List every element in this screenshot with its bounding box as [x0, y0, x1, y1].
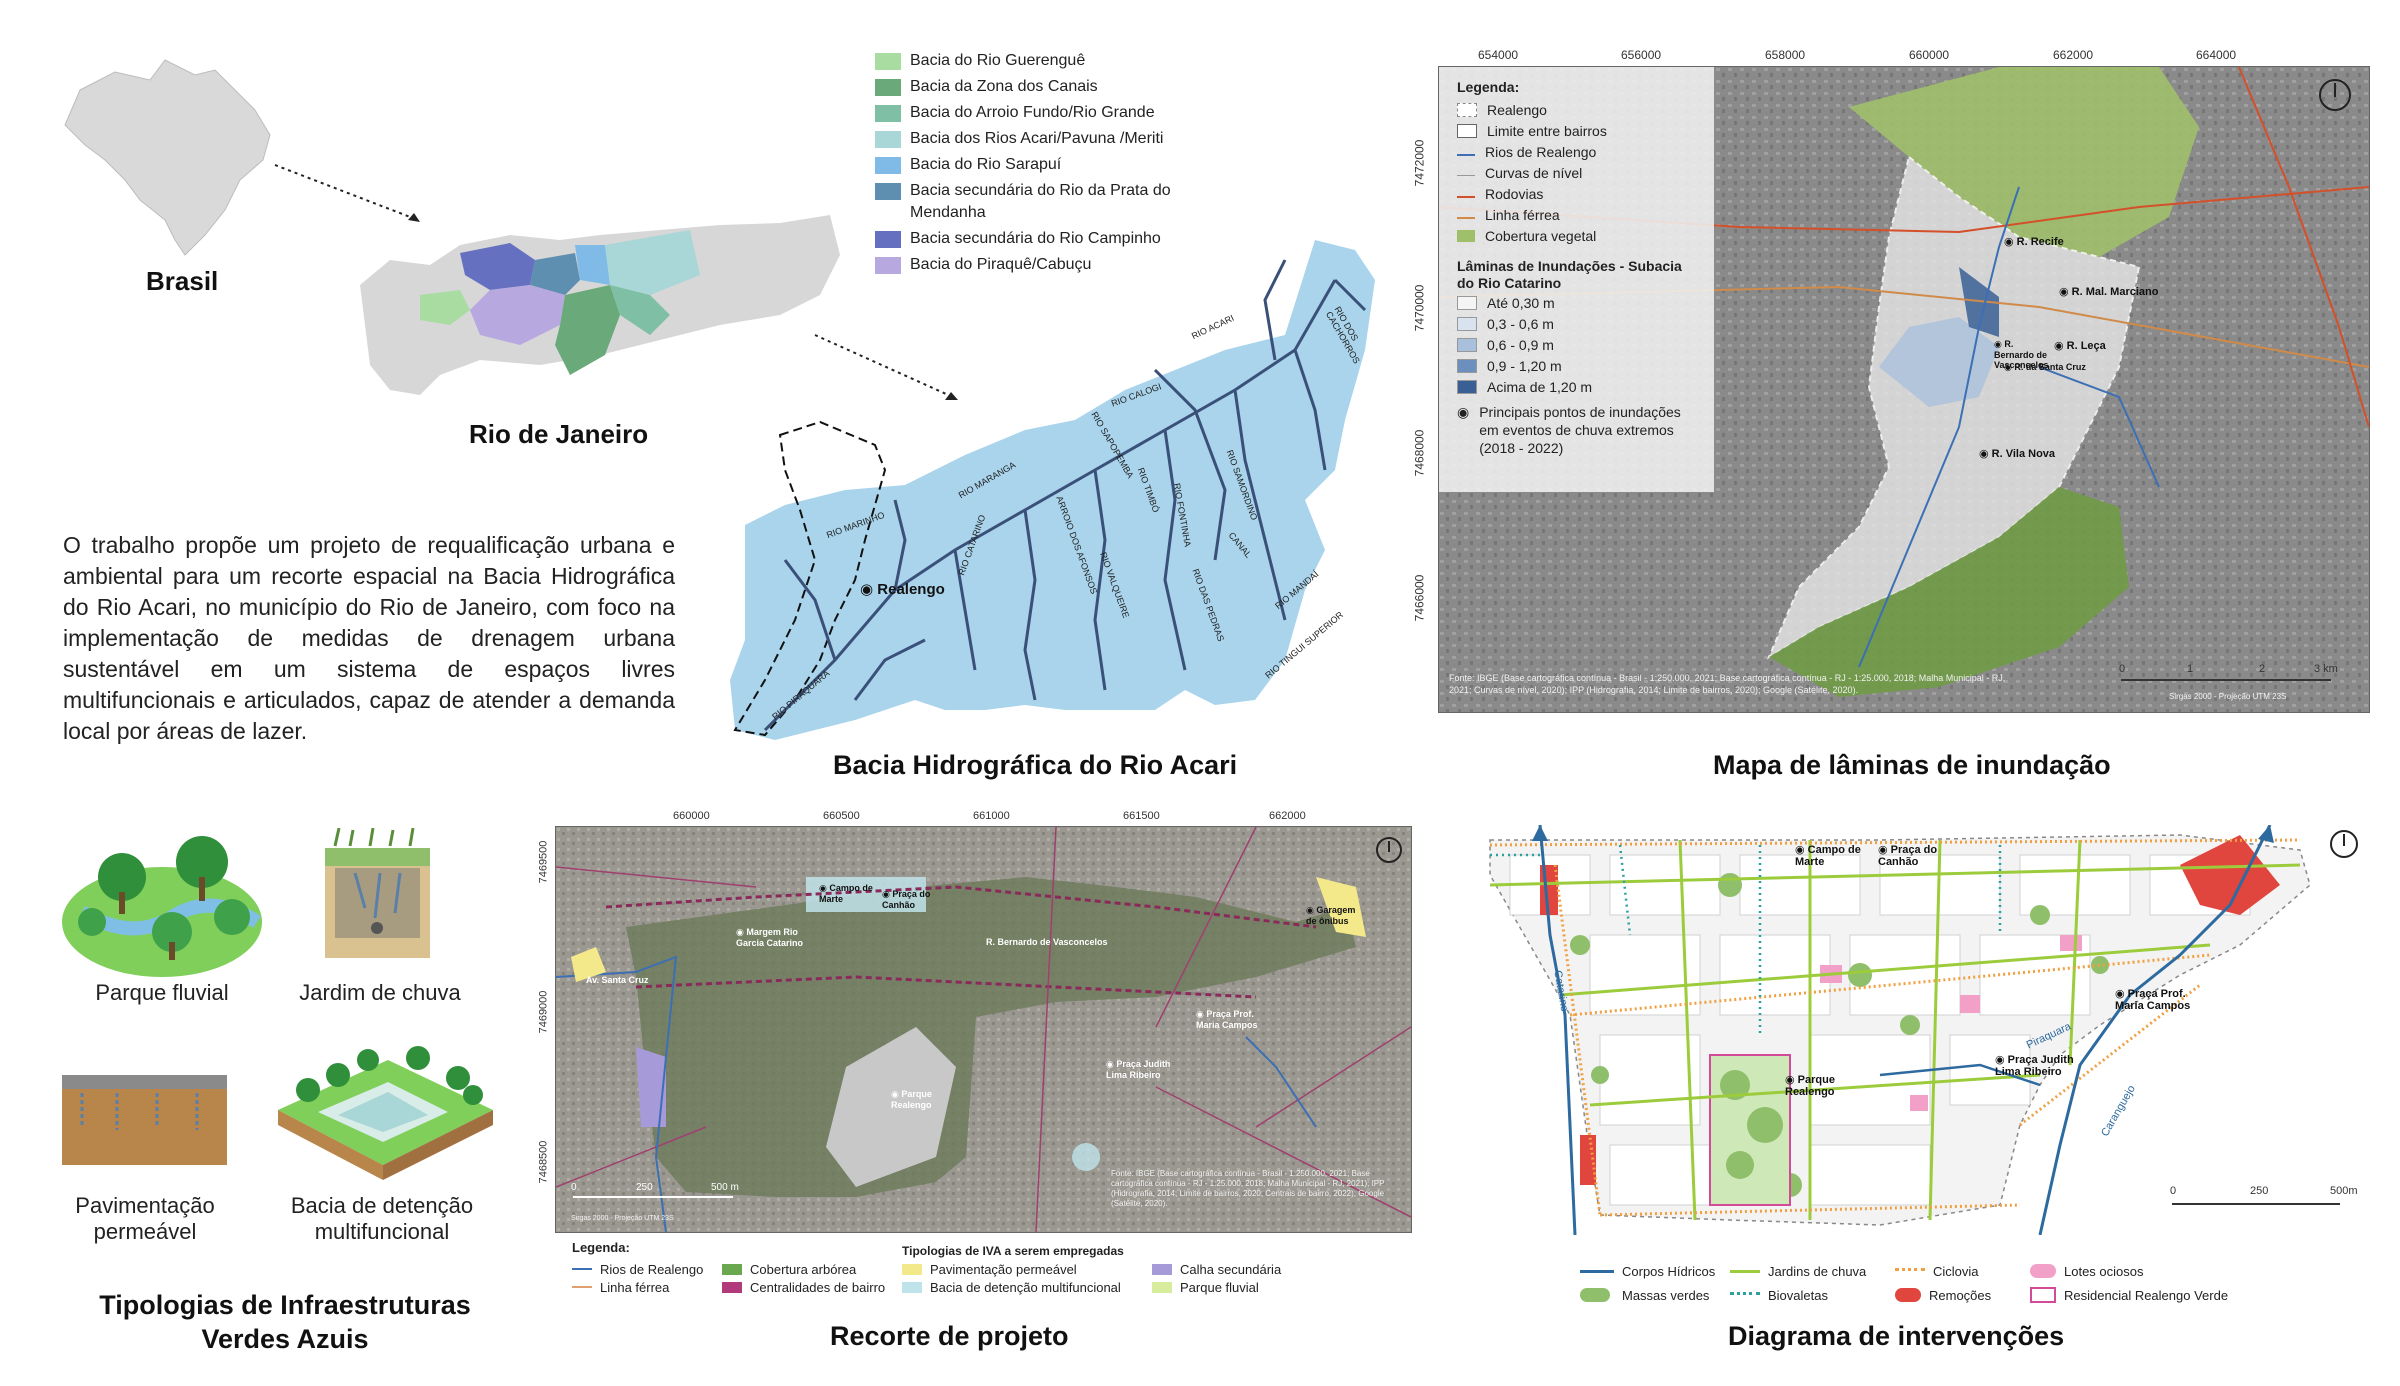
- diagram-legend-item: Massas verdes: [1580, 1284, 1709, 1306]
- recorte-legend-item: Centralidades de bairro: [722, 1276, 885, 1298]
- brasil-label: Brasil: [146, 266, 219, 296]
- recorte-place: ◉ Praça Judith Lima Ribeiro: [1106, 1059, 1171, 1080]
- diagram-legend-item: Biovaletas: [1730, 1284, 1828, 1306]
- flood-projection: Sirgas 2000 - Projeção UTM 23S: [2169, 692, 2287, 701]
- acari-map-title: Bacia Hidrográfica do Rio Acari: [833, 750, 1238, 780]
- flood-pin: ◉ R. Mal. Marciano: [2059, 286, 2159, 298]
- flood-legend-item: Curvas de nível: [1457, 162, 1714, 183]
- basin-legend-item: Bacia do Rio Guerenguê: [875, 48, 1205, 74]
- depth-legend-title: Lâminas de Inundações - Subacia do Rio C…: [1457, 258, 1682, 291]
- diagram-legend-item: Residencial Realengo Verde: [2030, 1284, 2228, 1306]
- flood-legend-item: Cobertura vegetal: [1457, 225, 1714, 246]
- depth-legend-item: Acima de 1,20 m: [1457, 376, 1714, 397]
- typology-parque-fluvial: Parque fluvial: [95, 980, 229, 1005]
- recorte-map: ◉ Campo de Marte ◉ Praça do Canhão ◉ Mar…: [555, 826, 1412, 1233]
- recorte-place: ◉ Parque Realengo: [891, 1089, 932, 1110]
- pin-icon: ◉: [860, 581, 874, 598]
- bacia-detencao-illustration: [268, 1030, 498, 1185]
- flood-pin: ◉ R. da Santa Cruz: [2004, 362, 2086, 372]
- brasil-map: [55, 50, 285, 260]
- diagram-place: ◉ Campo de Marte: [1795, 844, 1861, 868]
- diagram-place: ◉ Praça do Canhão: [1878, 844, 1938, 868]
- flood-points-legend: ◉ Principais pontos de inundações em eve…: [1457, 404, 1681, 456]
- basin-legend-item: Bacia da Zona dos Canais: [875, 74, 1205, 100]
- basin-legend-item: Bacia dos Rios Acari/Pavuna /Meriti: [875, 126, 1205, 152]
- flood-map-title: Mapa de lâminas de inundação: [1713, 750, 2111, 780]
- diagram-legend-item: Ciclovia: [1895, 1260, 1979, 1282]
- flood-map: Legenda: Realengo Limite entre bairros R…: [1438, 66, 2370, 713]
- flood-pin: ◉ R. Vila Nova: [1979, 448, 2056, 460]
- diagram-legend-item: Remoções: [1895, 1284, 1991, 1306]
- diagram-title: Diagrama de intervenções: [1728, 1321, 2065, 1351]
- project-description: O trabalho propõe um projeto de requalif…: [63, 532, 675, 744]
- flood-scale-bar: 0 1 2 3 km: [2119, 663, 2339, 687]
- intervention-diagram: ◉ Campo de Marte ◉ Praça do Canhão ◉ Pra…: [1480, 824, 2370, 1236]
- recorte-legend-item: Parque fluvial: [1152, 1276, 1259, 1298]
- realengo-marker: ◉ Realengo: [860, 581, 945, 598]
- parque-fluvial-illustration: [62, 822, 267, 982]
- depth-legend-item: 0,9 - 1,20 m: [1457, 355, 1714, 376]
- flood-legend-title: Legenda:: [1457, 79, 1520, 95]
- flood-legend-item: Rios de Realengo: [1457, 141, 1714, 162]
- recorte-source: Fonte: IBGE (Base cartográfica contínua …: [1111, 1169, 1385, 1208]
- flood-legend-item: Realengo: [1457, 99, 1714, 120]
- diagram-place: ◉ Parque Realengo: [1785, 1074, 1835, 1098]
- jardim-chuva-illustration: [325, 827, 430, 958]
- typology-bacia-detencao: Bacia de detenção multifuncional: [290, 1193, 474, 1244]
- diagram-legend: Corpos Hídricos Jardins de chuva Ciclovi…: [1580, 1260, 2280, 1310]
- flood-legend-item: Rodovias: [1457, 183, 1714, 204]
- rio-label: Rio de Janeiro: [469, 419, 649, 449]
- basin-legend-item: Bacia do Arroio Fundo/Rio Grande: [875, 100, 1205, 126]
- flood-legend: Legenda: Realengo Limite entre bairros R…: [1439, 67, 1714, 492]
- recorte-y-ticks: 7469500 7469000 7468500: [537, 840, 550, 1184]
- flood-pin: ◉ R. Leça: [2054, 340, 2106, 352]
- recorte-place: R. Bernardo de Vasconcelos: [986, 937, 1108, 947]
- recorte-scale-bar: 0 250 500 m: [571, 1182, 751, 1212]
- north-arrow-icon: [2319, 79, 2351, 111]
- diagram-place: ◉ Praça Prof. Maria Campos: [2115, 988, 2191, 1012]
- flood-source: Fonte: IBGE (Base cartográfica contínua …: [1449, 673, 2006, 695]
- recorte-projection: Sirgas 2000 - Projeção UTM 23S: [571, 1215, 674, 1222]
- recorte-place: ◉ Campo de Marte: [819, 883, 873, 904]
- pin-icon: ◉: [1457, 404, 1470, 420]
- basin-legend-item-cont: Mendanha: [910, 204, 986, 221]
- recorte-place: ◉ Garagem de ônibus: [1306, 905, 1356, 926]
- flood-legend-item: Limite entre bairros: [1457, 120, 1714, 141]
- recorte-place: ◉ Margem Rio Garcia Catarino: [736, 927, 804, 948]
- recorte-place: ◉ Praça Prof. Maria Campos: [1196, 1009, 1258, 1030]
- pavimentacao-illustration: [62, 1075, 227, 1165]
- diagram-place: ◉ Praça Judith Lima Ribeiro: [1995, 1054, 2074, 1078]
- diagram-legend-item: Jardins de chuva: [1730, 1260, 1866, 1282]
- depth-legend-item: 0,3 - 0,6 m: [1457, 313, 1714, 334]
- depth-legend-item: Até 0,30 m: [1457, 292, 1714, 313]
- diagram-legend-item: Lotes ociosos: [2030, 1260, 2144, 1282]
- flood-y-ticks: 7472000 7470000 7468000 7466000: [1412, 139, 1427, 622]
- typologies-title: Tipologias de Infraestruturas Verdes Azui…: [99, 1290, 471, 1354]
- recorte-legend-item: Bacia de detenção multifuncional: [902, 1276, 1121, 1298]
- depth-legend-item: 0,6 - 0,9 m: [1457, 334, 1714, 355]
- acari-basin-map: ◉ Realengo RIO ACARI RIO CALOGI RIO DOS …: [725, 240, 1385, 750]
- recorte-legend: Legenda: Tipologias de IVA a serem empre…: [572, 1240, 1412, 1300]
- flood-legend-item: Linha férrea: [1457, 204, 1714, 225]
- recorte-place: ◉ Praça do Canhão: [882, 889, 931, 910]
- typology-pavimentacao: Pavimentação permeável: [75, 1193, 215, 1244]
- recorte-x-ticks: 660000 660500 661000 661500 662000: [673, 810, 1306, 822]
- recorte-title: Recorte de projeto: [830, 1321, 1069, 1351]
- flood-x-ticks: 654000 656000 658000 660000 662000 66400…: [1478, 48, 2237, 62]
- north-arrow-icon: [2330, 830, 2358, 858]
- typology-jardim-chuva: Jardim de chuva: [299, 980, 461, 1005]
- north-arrow-icon: [1376, 837, 1402, 863]
- flood-pin: ◉ R. Recife: [2004, 236, 2064, 248]
- diagram-legend-item: Corpos Hídricos: [1580, 1260, 1715, 1282]
- basin-legend-item: Bacia do Rio Sarapuí: [875, 152, 1205, 178]
- diagram-scale-bar: 0 250 500m: [2170, 1185, 2360, 1215]
- recorte-place: Av. Santa Cruz: [586, 975, 649, 985]
- recorte-legend-item: Linha férrea: [572, 1276, 669, 1298]
